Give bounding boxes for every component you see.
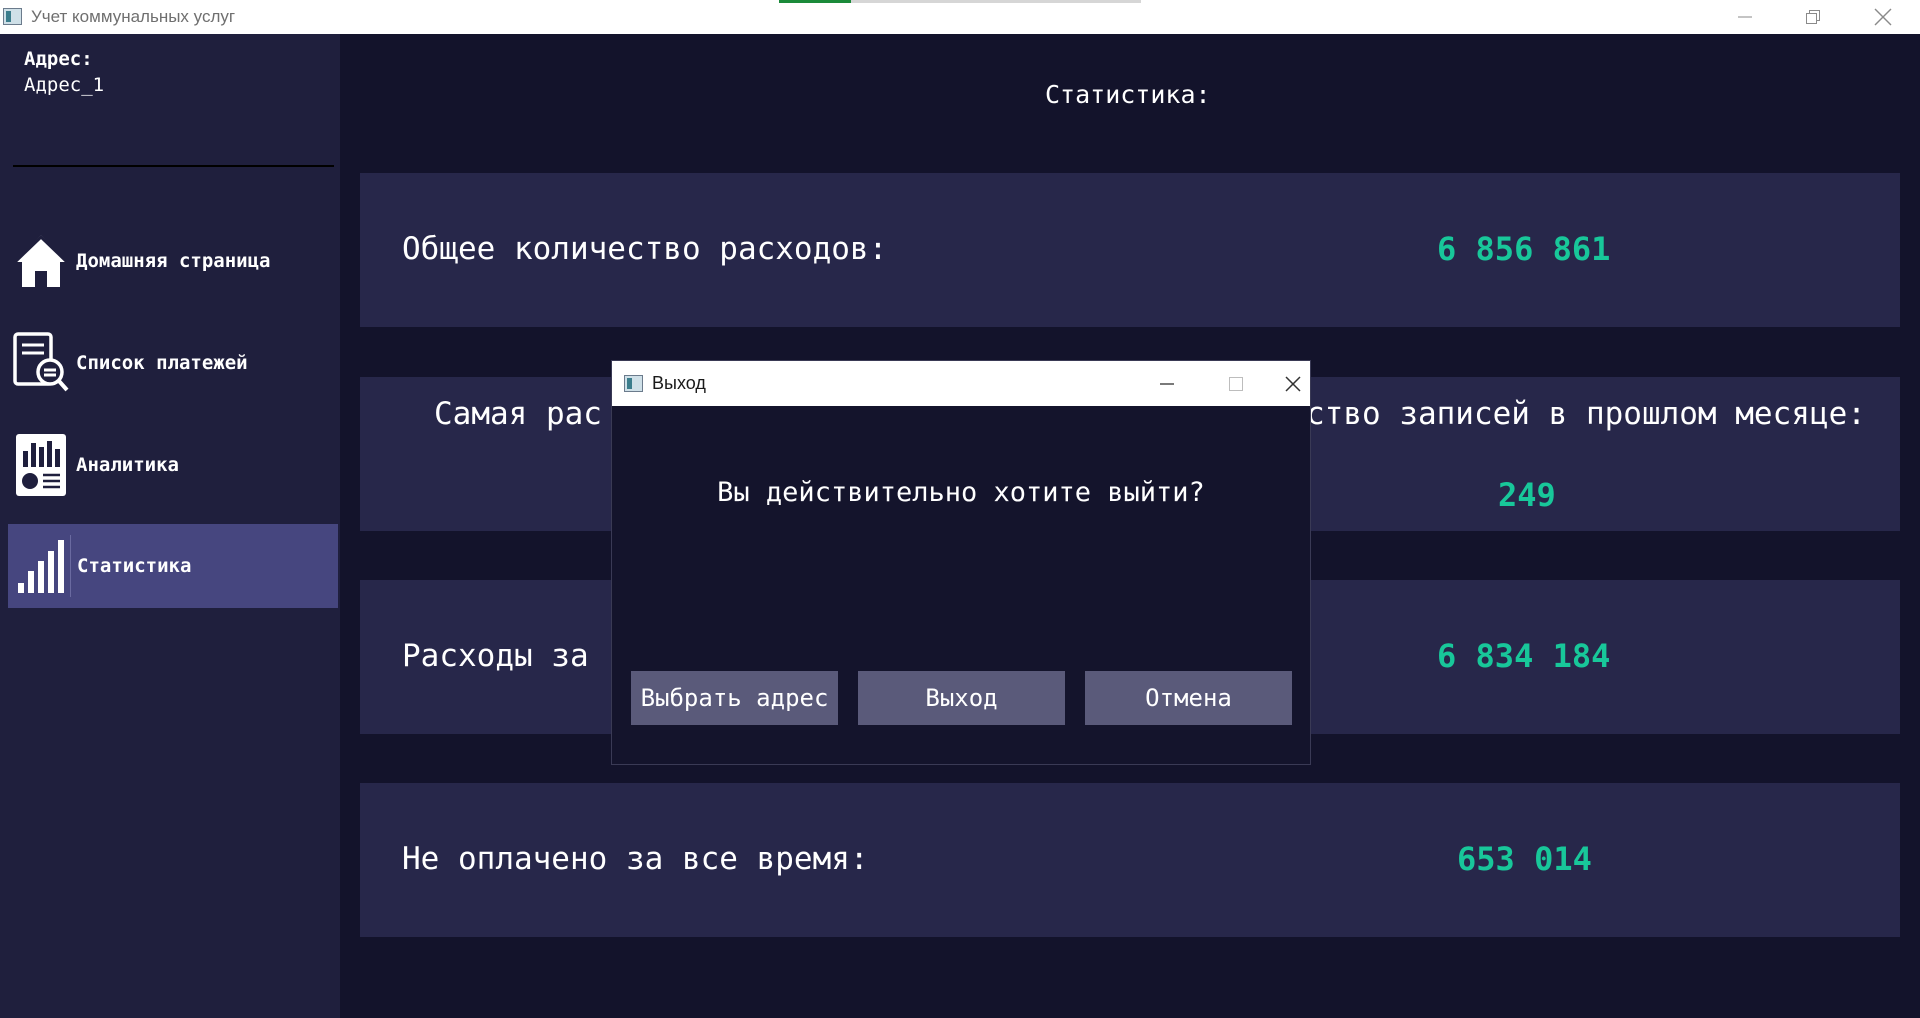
sidebar-item-label: Список платежей (76, 352, 248, 374)
close-button[interactable] (1848, 0, 1918, 34)
address-label: Адрес: (24, 48, 93, 70)
dialog-minimize-button[interactable] (1137, 361, 1197, 406)
cancel-button[interactable]: Отмена (1085, 671, 1292, 725)
document-search-icon (12, 332, 70, 394)
stat-value: 249 (1498, 476, 1556, 514)
sidebar-item-analytics[interactable]: Аналитика (8, 423, 338, 507)
exit-dialog: Выход Вы действительно хотите выйти? Выб… (611, 360, 1311, 765)
address-value: Адрес_1 (24, 74, 105, 96)
restore-button[interactable] (1778, 0, 1848, 34)
app-icon (3, 8, 22, 25)
sidebar-item-label: Статистика (77, 555, 192, 577)
stat-value: 6 856 861 (1437, 230, 1611, 268)
minimize-button[interactable] (1710, 0, 1780, 34)
bar-chart-icon (12, 535, 71, 597)
dialog-titlebar: Выход (612, 361, 1310, 406)
stat-label: Общее количество расходов: (402, 231, 888, 267)
close-icon (1285, 375, 1301, 392)
stat-value: 6 834 184 (1437, 637, 1611, 675)
app-icon (624, 375, 643, 392)
sidebar-item-label: Аналитика (76, 454, 179, 476)
stat-label-left: Самая рас (434, 396, 602, 432)
stat-label: Не оплачено за все время: (402, 841, 869, 877)
stat-card-total-expenses: Общее количество расходов: 6 856 861 (360, 173, 1900, 327)
stat-label: Расходы за (402, 638, 589, 674)
dialog-title: Выход (652, 373, 706, 393)
restore-icon (1806, 10, 1820, 24)
sidebar-item-home[interactable]: Домашняя страница (8, 219, 338, 303)
sidebar-divider (13, 165, 334, 167)
dialog-maximize-button[interactable] (1206, 361, 1266, 406)
stat-label-right: ство записей в прошлом месяце: (1306, 396, 1866, 432)
analytics-icon (12, 434, 70, 496)
minimize-icon (1738, 16, 1752, 18)
dialog-message: Вы действительно хотите выйти? (717, 477, 1205, 508)
progress-fill (779, 0, 852, 3)
exit-button[interactable]: Выход (858, 671, 1065, 725)
choose-address-button[interactable]: Выбрать адрес (631, 671, 838, 725)
sidebar-item-label: Домашняя страница (76, 250, 271, 272)
dialog-close-button[interactable] (1276, 361, 1310, 406)
titlebar-progress (779, 0, 1141, 3)
window-titlebar: Учет коммунальных услуг (0, 0, 1920, 34)
sidebar-item-statistics[interactable]: Статистика (8, 524, 338, 608)
home-icon (12, 230, 70, 292)
stat-value: 653 014 (1457, 840, 1592, 878)
stat-card-unpaid: Не оплачено за все время: 653 014 (360, 783, 1900, 937)
page-title: Статистика: (1045, 80, 1211, 109)
sidebar: Адрес: Адрес_1 Домашняя страница Список … (0, 34, 340, 1018)
maximize-icon (1229, 376, 1243, 391)
minimize-icon (1160, 382, 1174, 385)
window-title: Учет коммунальных услуг (31, 7, 236, 26)
sidebar-item-payments[interactable]: Список платежей (8, 321, 338, 405)
close-icon (1874, 8, 1892, 26)
